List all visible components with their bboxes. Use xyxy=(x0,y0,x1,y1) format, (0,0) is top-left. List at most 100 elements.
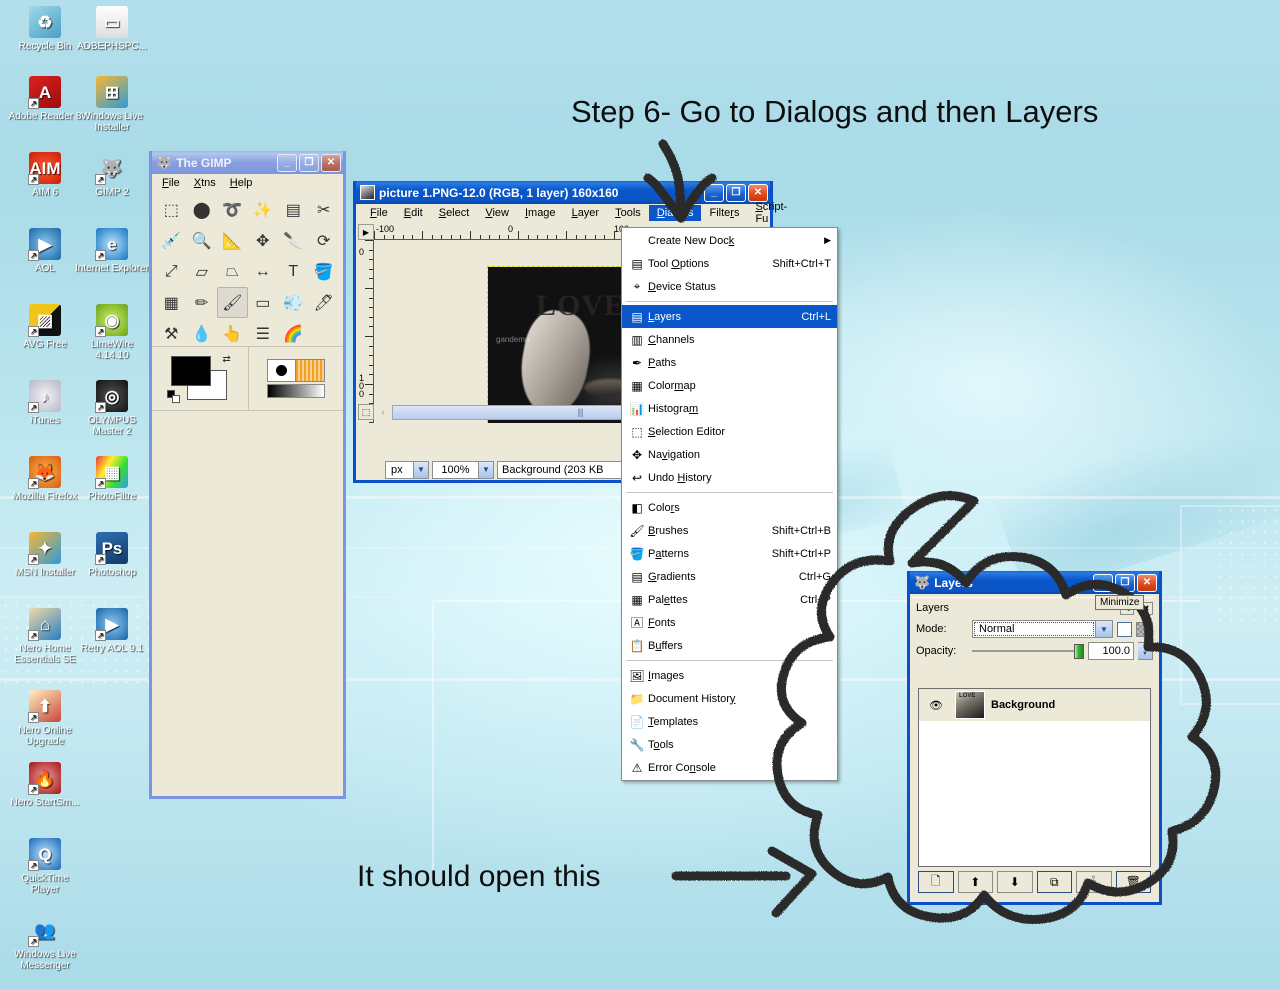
ellipse-select-tool[interactable]: ⬤ xyxy=(187,194,218,225)
opacity-row[interactable]: Opacity: 100.0 ▲ ▼ xyxy=(913,640,1156,662)
bucket-fill-tool[interactable]: 🪣 xyxy=(309,256,340,287)
gimp-color-area[interactable]: ⇄ xyxy=(152,346,343,410)
dialogs-menu-item-device-status[interactable]: ⌖ Device Status xyxy=(622,275,837,298)
dialogs-menu-item-create-new-dock[interactable]: Create New Dock ▶ xyxy=(622,229,837,252)
dialogs-menu-item-colormap[interactable]: ▦ Colormap xyxy=(622,374,837,397)
image-window-titlebar[interactable]: picture 1.PNG-12.0 (RGB, 1 layer) 160x16… xyxy=(356,181,770,204)
image-menu-file[interactable]: File xyxy=(362,205,396,221)
image-menu-edit[interactable]: Edit xyxy=(396,205,431,221)
desktop-icon-olympus-master[interactable]: ◎ ↗ OLYMPUS Master 2 xyxy=(75,380,149,437)
move-tool[interactable]: ✥ xyxy=(248,225,279,256)
desktop-icon-nero-startsmart[interactable]: 🔥 ↗ Nero StartSm... xyxy=(8,762,82,808)
desktop-icon-gimp[interactable]: 🐺 ↗ GIMP 2 xyxy=(75,152,149,198)
desktop-icon-quicktime[interactable]: Q ↗ QuickTime Player xyxy=(8,838,82,895)
lock-alpha-checkbox[interactable] xyxy=(1117,621,1132,637)
opacity-slider[interactable] xyxy=(972,644,1084,659)
foreground-background-swatches[interactable]: ⇄ xyxy=(152,347,248,410)
swap-colors-icon[interactable]: ⇄ xyxy=(222,354,230,365)
image-menu-tools[interactable]: Tools xyxy=(607,205,649,221)
layers-dialog-window[interactable]: 🐺 Layers _ ❐ ✕ Layers ◄ ✖ Mode: Normal ▼ xyxy=(907,571,1162,905)
toolbox-menu-xtns[interactable]: Xtns xyxy=(194,177,216,189)
chevron-down-icon[interactable]: ▼ xyxy=(1095,621,1112,637)
active-pattern-indicator[interactable] xyxy=(295,359,325,382)
zoom-selector[interactable]: 100% ▼ xyxy=(432,460,494,479)
scale-tool[interactable]: ⤢ xyxy=(156,256,187,287)
active-gradient-indicator[interactable] xyxy=(266,384,325,398)
colors-tool[interactable]: 🌈 xyxy=(278,318,309,349)
airbrush-tool[interactable]: 💨 xyxy=(278,287,309,318)
chevron-down-icon[interactable]: ▼ xyxy=(478,461,493,478)
zoom-tool[interactable]: 🔍 xyxy=(187,225,218,256)
mode-row[interactable]: Mode: Normal ▼ xyxy=(913,618,1156,640)
perspective-tool[interactable]: ⏢ xyxy=(217,256,248,287)
scroll-left-button[interactable]: ‹ xyxy=(376,404,390,420)
dialogs-menu-item-tools[interactable]: 🔧 Tools xyxy=(622,733,837,756)
eraser-tool[interactable]: ▭ xyxy=(248,287,279,318)
gimp-toolbox-menubar[interactable]: File Xtns Help xyxy=(152,174,343,192)
image-window-menubar[interactable]: File Edit Select View Image Layer Tools Dialogs… xyxy=(356,201,787,225)
lock-alpha-icon[interactable] xyxy=(1136,621,1153,637)
gimp-toolbox-titlebar[interactable]: 🐺 The GIMP _ ❐ ✕ xyxy=(152,151,343,174)
desktop-icon-aim[interactable]: AIM ↗ AIM 6 xyxy=(8,152,82,198)
scissors-select-tool[interactable]: ✂ xyxy=(309,194,340,225)
foreground-color-swatch[interactable] xyxy=(170,355,211,386)
image-menu-select[interactable]: Select xyxy=(431,205,478,221)
maximize-button[interactable]: ❐ xyxy=(1115,573,1135,592)
image-menu-filters[interactable]: Filters xyxy=(701,205,747,221)
delete-layer-button[interactable]: 🗑 xyxy=(1115,871,1151,893)
blur-sharpen-tool[interactable]: 💧 xyxy=(187,318,218,349)
visibility-eye-icon[interactable]: 👁 xyxy=(923,699,949,712)
desktop-icon-itunes[interactable]: ♪ ↗ iTunes xyxy=(8,380,82,426)
smudge-tool[interactable]: 👆 xyxy=(217,318,248,349)
dialogs-menu-item-selection-editor[interactable]: ⬚ Selection Editor xyxy=(622,420,837,443)
dialogs-menu-item-templates[interactable]: 📄 Templates xyxy=(622,710,837,733)
desktop-icon-msn-installer[interactable]: ✦ ↗ MSN Installer xyxy=(8,532,82,578)
opacity-stepper[interactable]: ▲ ▼ xyxy=(1138,642,1153,660)
shear-tool[interactable]: ▱ xyxy=(187,256,218,287)
dialogs-menu-item-buffers[interactable]: 📋 Buffers xyxy=(622,634,837,657)
desktop-icon-retry-aol[interactable]: ▶ ↗ Retry AOL 9.1 xyxy=(75,608,149,654)
image-menu-view[interactable]: View xyxy=(477,205,517,221)
dialogs-menu-item-histogram[interactable]: 📊 Histogram xyxy=(622,397,837,420)
color-picker-tool[interactable]: 💉 xyxy=(156,225,187,256)
desktop-icon-generic-window[interactable]: ▭ ADBEPHSPC... xyxy=(75,6,149,52)
layers-button-row[interactable]: 🗋 ⬆ ⬇ ⧉ ⚓ 🗑 xyxy=(918,871,1151,895)
paintbrush-tool[interactable]: 🖌 xyxy=(217,287,248,318)
dialogs-dropdown-menu[interactable]: Create New Dock ▶ ▤ Tool Options Shift+Ctrl+… xyxy=(621,227,838,781)
dialogs-menu-item-document-history[interactable]: 📁 Document History xyxy=(622,687,837,710)
maximize-button[interactable]: ❐ xyxy=(299,153,319,172)
image-menu-layer[interactable]: Layer xyxy=(564,205,608,221)
desktop-icon-adobe-reader[interactable]: A ↗ Adobe Reader 8 xyxy=(8,76,82,122)
desktop-icon-avg-free[interactable]: ▨ ↗ AVG Free xyxy=(8,304,82,350)
minimize-button[interactable]: _ xyxy=(1093,573,1113,592)
rect-select-tool[interactable]: ⬚ xyxy=(156,194,187,225)
desktop-icon-nero-online-upgrade[interactable]: ⬆ ↗ Nero Online Upgrade xyxy=(8,690,82,747)
layers-dialog-window-buttons[interactable]: _ ❐ ✕ xyxy=(1093,573,1157,592)
free-select-tool[interactable]: ➰ xyxy=(217,194,248,225)
dialogs-menu-item-tool-options[interactable]: ▤ Tool Options Shift+Ctrl+T xyxy=(622,252,837,275)
crop-tool[interactable]: 🔪 xyxy=(278,225,309,256)
menu-toggle-icon[interactable]: ▶ xyxy=(358,224,374,240)
desktop-icon-photoshop[interactable]: Ps ↗ Photoshop xyxy=(75,532,149,578)
raise-layer-button[interactable]: ⬆ xyxy=(957,871,993,893)
minimize-button[interactable]: _ xyxy=(277,153,297,172)
dialogs-menu-item-images[interactable]: 🖼 Images xyxy=(622,664,837,687)
blend-tool[interactable]: ▦ xyxy=(156,287,187,318)
unit-selector[interactable]: px ▼ xyxy=(385,460,429,479)
active-brush-indicator[interactable] xyxy=(266,359,296,382)
desktop-icon-limewire[interactable]: ◉ ↗ LimeWire 4.14.10 xyxy=(75,304,149,361)
layers-dialog-titlebar[interactable]: 🐺 Layers _ ❐ ✕ xyxy=(910,571,1159,594)
dialogs-menu-item-undo-history[interactable]: ↩ Undo History xyxy=(622,466,837,489)
gimp-tool-grid[interactable]: ⬚ ⬤ ➰ ✨ ▤ ✂ 💉 🔍 📐 ✥ 🔪 ⟳ ⤢ ▱ ⏢ ↔ T 🪣 ▦ ✏ 🖌 ▭ 💨 🖊 ⚒ 💧 👆 ☰ 🌈 xyxy=(152,192,343,349)
brush-pattern-gradient-area[interactable] xyxy=(247,347,344,410)
dialogs-menu-item-patterns[interactable]: 🪣 Patterns Shift+Ctrl+P xyxy=(622,542,837,565)
dialogs-menu-item-channels[interactable]: ▥ Channels xyxy=(622,328,837,351)
toolbox-menu-help[interactable]: Help xyxy=(230,177,253,189)
select-by-color-tool[interactable]: ▤ xyxy=(278,194,309,225)
tool-options-tool[interactable]: ☰ xyxy=(248,318,279,349)
dialogs-menu-item-palettes[interactable]: ▦ Palettes Ctrl+P xyxy=(622,588,837,611)
layer-row[interactable]: 👁 LOVE Background xyxy=(919,689,1150,721)
dialogs-menu-item-navigation[interactable]: ✥ Navigation xyxy=(622,443,837,466)
mode-select[interactable]: Normal ▼ xyxy=(972,620,1113,638)
dialogs-menu-item-brushes[interactable]: 🖌 Brushes Shift+Ctrl+B xyxy=(622,519,837,542)
